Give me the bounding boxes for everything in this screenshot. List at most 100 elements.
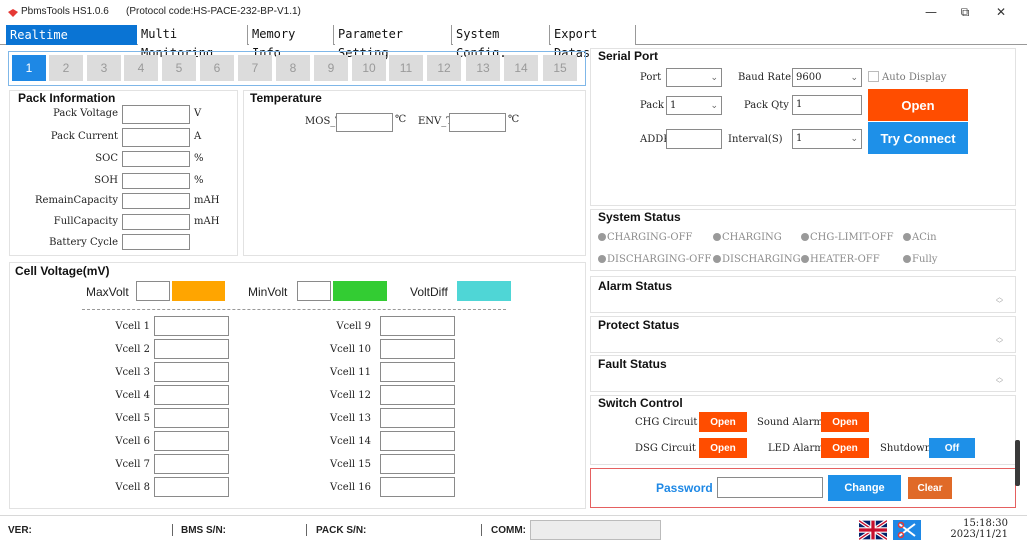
tab-export-datas[interactable]: Export Datas [551, 25, 636, 60]
soc-label: SOC [95, 153, 118, 164]
pack-button-11[interactable]: 11 [389, 55, 423, 81]
auto-display-checkbox[interactable] [868, 71, 879, 82]
env-temp-unit: ℃ [508, 114, 520, 125]
status-chg-limit-off: CHG-LIMIT-OFF [801, 232, 894, 243]
baud-rate-label: Baud Rate [738, 72, 791, 83]
vcell-label-15: Vcell 15 [329, 459, 371, 470]
baud-rate-select[interactable]: 9600 ⌄ [792, 68, 862, 87]
pack-button-7[interactable]: 7 [238, 55, 272, 81]
minimize-icon[interactable]: — [916, 2, 946, 22]
password-label: Password [656, 481, 713, 495]
vcell-label-11: Vcell 11 [329, 367, 371, 378]
pack-qty-input[interactable]: 1 [792, 95, 862, 115]
vcell-field-5 [154, 408, 229, 428]
arrow-down-icon: ﹀ [996, 300, 1003, 308]
sound-alarm-button[interactable]: Open [821, 412, 869, 432]
title-bar: PbmsTools HS1.0.6 (Protocol code:HS-PACE… [0, 0, 1027, 24]
vcell-field-15 [380, 454, 455, 474]
chg-circuit-button[interactable]: Open [699, 412, 747, 432]
change-password-button[interactable]: Change [828, 475, 901, 501]
shutdown-button[interactable]: Off [929, 438, 975, 458]
pack-button-9[interactable]: 9 [314, 55, 348, 81]
pack-button-6[interactable]: 6 [200, 55, 234, 81]
alarm-status-title: Alarm Status [598, 279, 673, 293]
min-volt-field [297, 281, 331, 301]
pack-button-12[interactable]: 12 [427, 55, 461, 81]
led-alarm-button[interactable]: Open [821, 438, 869, 458]
dsg-circuit-button[interactable]: Open [699, 438, 747, 458]
open-port-button[interactable]: Open [868, 89, 968, 121]
addr-input[interactable] [666, 129, 722, 149]
tools-icon[interactable] [893, 520, 921, 540]
pack-button-5[interactable]: 5 [162, 55, 196, 81]
try-connect-button[interactable]: Try Connect [868, 122, 968, 154]
status-dot-icon [713, 233, 721, 241]
vcell-label-5: Vcell 5 [115, 413, 150, 424]
vcell-field-2 [154, 339, 229, 359]
pack-button-1[interactable]: 1 [12, 55, 46, 81]
vcell-field-6 [154, 431, 229, 451]
pack-button-4[interactable]: 4 [124, 55, 158, 81]
interval-select[interactable]: 1 ⌄ [792, 129, 862, 149]
vcell-label-6: Vcell 6 [115, 436, 150, 447]
close-icon[interactable]: ✕ [986, 2, 1016, 22]
vcell-label-7: Vcell 7 [115, 459, 150, 470]
pack-button-14[interactable]: 14 [504, 55, 538, 81]
chevron-down-icon: ⌄ [850, 73, 858, 83]
english-flag-icon[interactable] [859, 520, 887, 540]
tab-memory-info[interactable]: Memory Info. [249, 25, 334, 60]
pack-value: 1 [670, 100, 677, 111]
env-temp-field [449, 113, 506, 132]
pack-button-2[interactable]: 2 [49, 55, 83, 81]
arrow-down-icon: ﹀ [996, 340, 1003, 348]
vcell-field-13 [380, 408, 455, 428]
temperature-title: Temperature [250, 91, 322, 105]
side-handle[interactable] [1015, 440, 1020, 486]
password-input[interactable] [717, 477, 823, 498]
sound-alarm-label: Sound Alarm [757, 417, 823, 428]
pack-button-15[interactable]: 15 [543, 55, 577, 81]
pack-button-10[interactable]: 10 [352, 55, 386, 81]
clear-password-button[interactable]: Clear [908, 477, 952, 499]
pack-button-13[interactable]: 13 [466, 55, 500, 81]
vcell-field-8 [154, 477, 229, 497]
vcell-field-16 [380, 477, 455, 497]
tab-system-config[interactable]: System Config. [453, 25, 550, 60]
chg-circuit-label: CHG Circuit [635, 417, 698, 428]
restore-icon[interactable]: ⧉ [950, 2, 980, 22]
pack-button-3[interactable]: 3 [87, 55, 121, 81]
separator [172, 524, 173, 536]
pack-current-label: Pack Current [50, 131, 118, 142]
port-select[interactable]: ⌄ [666, 68, 722, 87]
vcell-label-8: Vcell 8 [115, 482, 150, 493]
fault-status-scroll[interactable]: ︿ ﹀ [995, 374, 1004, 388]
tab-parameter-setting[interactable]: Parameter Setting [335, 25, 452, 60]
full-capacity-unit: mAH [194, 216, 220, 227]
tab-realtime-monitoring[interactable]: Realtime Monitoring [6, 25, 137, 61]
soc-field [122, 151, 190, 167]
chevron-down-icon: ⌄ [850, 134, 858, 144]
remain-capacity-label: RemainCapacity [35, 195, 118, 206]
soh-label: SOH [94, 175, 118, 186]
comm-field [530, 520, 661, 540]
switch-control-title: Switch Control [598, 396, 683, 410]
pack-button-8[interactable]: 8 [276, 55, 310, 81]
port-label: Port [640, 72, 662, 83]
protocol-code: (Protocol code:HS-PACE-232-BP-V1.1) [126, 6, 301, 17]
status-dot-icon [903, 233, 911, 241]
min-volt-color-swatch [333, 281, 387, 301]
app-title: PbmsTools HS1.0.6 [21, 6, 109, 17]
chevron-down-icon: ⌄ [710, 101, 718, 111]
protect-status-scroll[interactable]: ︿ ﹀ [995, 334, 1004, 348]
soh-unit: % [194, 175, 204, 186]
alarm-status-scroll[interactable]: ︿ ﹀ [995, 294, 1004, 308]
tab-multi-monitoring[interactable]: Multi Monitoring [138, 25, 248, 60]
max-volt-color-swatch [172, 281, 225, 301]
vcell-label-1: Vcell 1 [115, 321, 150, 332]
pack-select[interactable]: 1 ⌄ [666, 96, 722, 115]
cell-divider [82, 309, 506, 310]
separator [481, 524, 482, 536]
chevron-down-icon: ⌄ [710, 73, 718, 83]
status-text: CHG-LIMIT-OFF [810, 232, 894, 243]
status-discharging: DISCHARGING [713, 254, 801, 265]
